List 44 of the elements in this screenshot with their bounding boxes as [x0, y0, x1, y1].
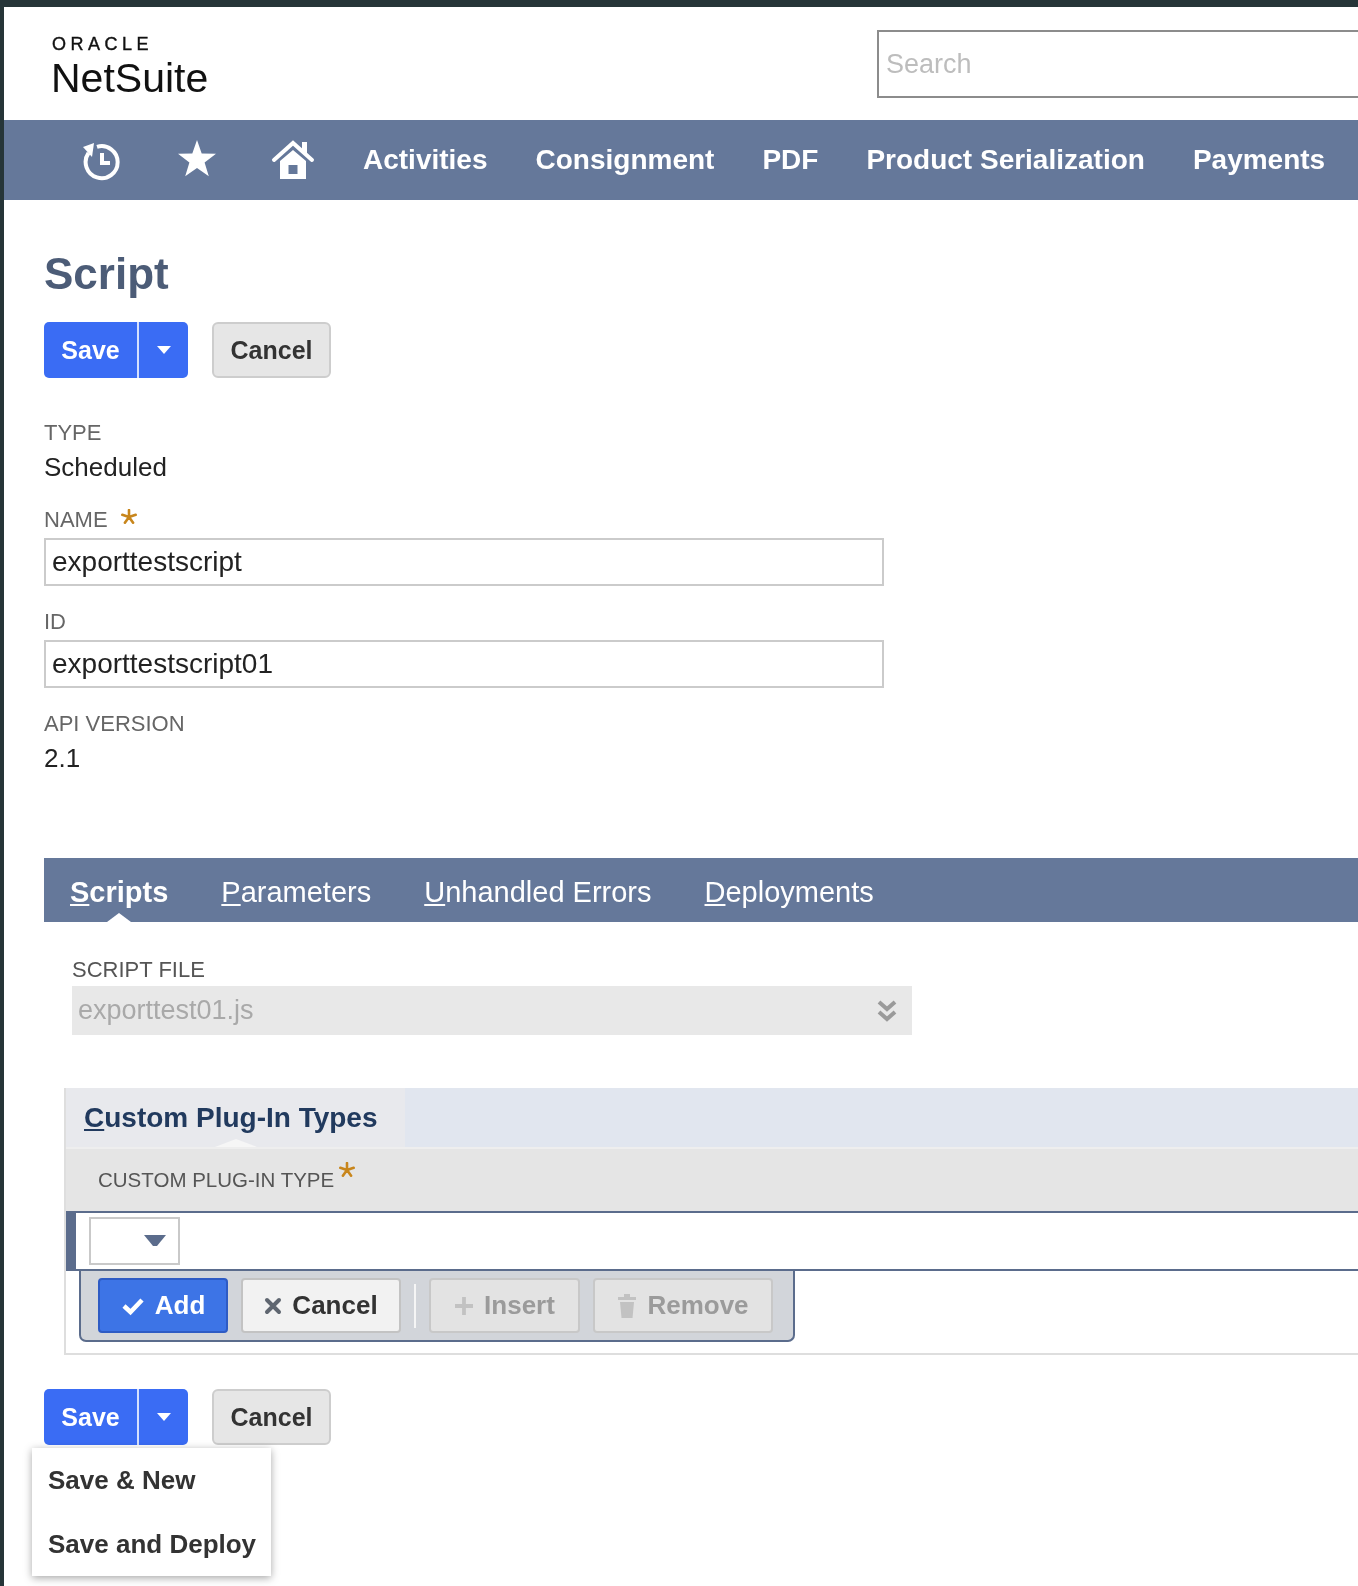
double-chevron-icon [876, 998, 898, 1023]
add-button[interactable]: Add [98, 1278, 228, 1333]
save-options-button[interactable] [137, 1389, 188, 1445]
nav-menu-item[interactable]: Consignment [535, 143, 715, 177]
home-icon[interactable] [271, 138, 315, 182]
tab[interactable]: Scripts [70, 858, 169, 922]
close-icon [264, 1296, 283, 1315]
field-value: 2.1 [44, 742, 81, 775]
field-label: NAME [44, 506, 108, 534]
save-options-button[interactable] [137, 322, 188, 378]
logo-brand-text: ORACLE [52, 34, 154, 54]
column-header-label: CUSTOM PLUG-IN TYPE [98, 1167, 335, 1193]
tab[interactable]: Deployments [704, 858, 874, 922]
cancel-button[interactable]: Cancel [241, 1278, 401, 1333]
field-label: SCRIPT FILE [72, 956, 205, 984]
nav-menu-item[interactable]: PDF [762, 143, 819, 177]
cancel-button[interactable]: Cancel [212, 322, 331, 378]
search-field[interactable]: Search [877, 30, 1358, 98]
save-button[interactable]: Save [44, 1389, 137, 1445]
text-field[interactable]: exporttestscript [44, 538, 884, 586]
plug-in-type-select[interactable] [89, 1217, 180, 1265]
caret-icon [156, 1413, 171, 1421]
field-label: TYPE [44, 419, 102, 447]
tab-notch-icon [107, 913, 132, 922]
save-button[interactable]: Save [44, 322, 137, 378]
caret-icon [156, 346, 171, 354]
field-value: Scheduled [44, 451, 167, 484]
trash-icon [617, 1293, 638, 1318]
nav-menu-item[interactable]: Product Serialization [866, 143, 1145, 177]
menu-item[interactable]: Save & New [32, 1448, 271, 1512]
tab[interactable]: Unhandled Errors [424, 858, 652, 922]
page-title: Script [44, 248, 169, 300]
nav-menu-item[interactable]: Payments [1192, 143, 1326, 177]
text-field[interactable]: exporttestscript01 [44, 640, 884, 688]
menu-item[interactable]: Save and Deploy [32, 1512, 271, 1576]
caret-icon [144, 1235, 166, 1247]
plus-icon [454, 1295, 475, 1316]
sublist-tab[interactable]: Custom Plug-In Types [66, 1088, 405, 1147]
tab[interactable]: Parameters [221, 858, 372, 922]
logo-product-text: NetSuite [51, 56, 209, 100]
nav-menu-item[interactable]: Activities [363, 143, 488, 177]
field-label: API VERSION [44, 710, 185, 738]
cancel-button[interactable]: Cancel [212, 1389, 331, 1445]
field-label: ID [44, 608, 66, 636]
